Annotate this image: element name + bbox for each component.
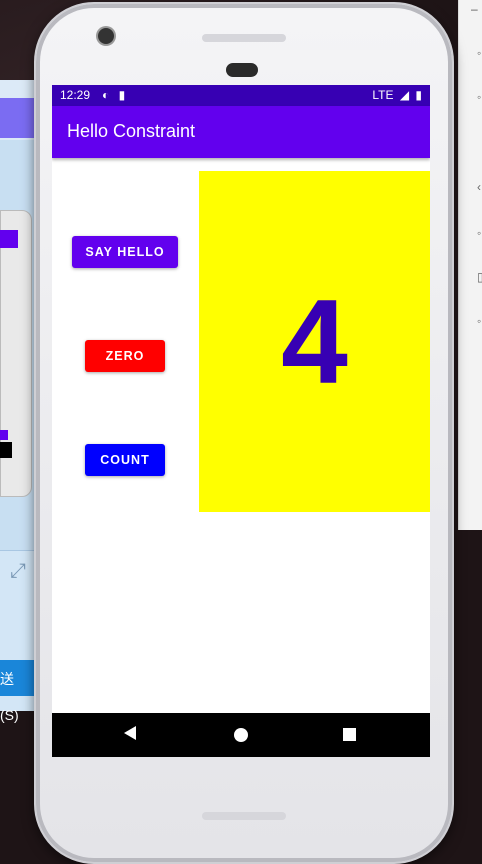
background-window-left xyxy=(0,80,34,711)
toolbar-icon[interactable]: ◦ xyxy=(477,226,481,240)
toolbar-icon[interactable]: ▯ xyxy=(477,270,482,284)
app-bar: Hello Constraint xyxy=(52,106,430,158)
zero-button[interactable]: ZERO xyxy=(85,340,165,372)
signal-icon: ◢ xyxy=(399,88,410,102)
network-type: LTE xyxy=(372,88,394,102)
count-display: 4 xyxy=(199,171,430,512)
minimize-icon[interactable]: – xyxy=(471,2,478,16)
background-preview-marker xyxy=(0,430,8,440)
toolbar-icon[interactable]: ◦ xyxy=(477,314,481,328)
expand-icon[interactable]: ⤢ xyxy=(10,560,26,583)
background-window-right: – ◦ ◦ ‹ ◦ ▯ ◦ xyxy=(458,0,482,530)
battery-icon: ▮ xyxy=(415,88,422,102)
background-preview-appbar xyxy=(0,230,18,248)
say-hello-button[interactable]: SAY HELLO xyxy=(72,236,178,268)
camera-icon xyxy=(98,28,114,44)
back-icon[interactable] xyxy=(124,726,136,740)
background-window-titlebar xyxy=(0,98,34,138)
count-button[interactable]: COUNT xyxy=(85,444,165,476)
recents-icon[interactable] xyxy=(343,728,356,741)
p-icon: ◐ xyxy=(102,88,110,102)
status-time: 12:29 xyxy=(60,88,91,102)
navigation-bar xyxy=(52,713,430,757)
toolbar-icon[interactable]: ◦ xyxy=(477,90,481,104)
background-preview-block xyxy=(0,442,12,458)
sd-card-icon: ▮ xyxy=(118,88,126,102)
app-title: Hello Constraint xyxy=(67,121,196,141)
toolbar-icon[interactable]: ‹ xyxy=(477,180,481,194)
count-value: 4 xyxy=(281,274,348,409)
speaker-grille xyxy=(202,34,286,42)
status-bar: 12:29 ◐ ▮ LTE ◢ ▮ xyxy=(52,85,430,106)
toolbar-icon[interactable]: ◦ xyxy=(477,46,481,60)
device-screen: 12:29 ◐ ▮ LTE ◢ ▮ Hello Constraint SAY H… xyxy=(52,85,430,757)
speaker-grille-bottom xyxy=(202,812,286,820)
home-icon[interactable] xyxy=(234,728,248,742)
send-button[interactable]: 送(S) xyxy=(0,660,34,723)
sensor-icon xyxy=(226,63,258,77)
